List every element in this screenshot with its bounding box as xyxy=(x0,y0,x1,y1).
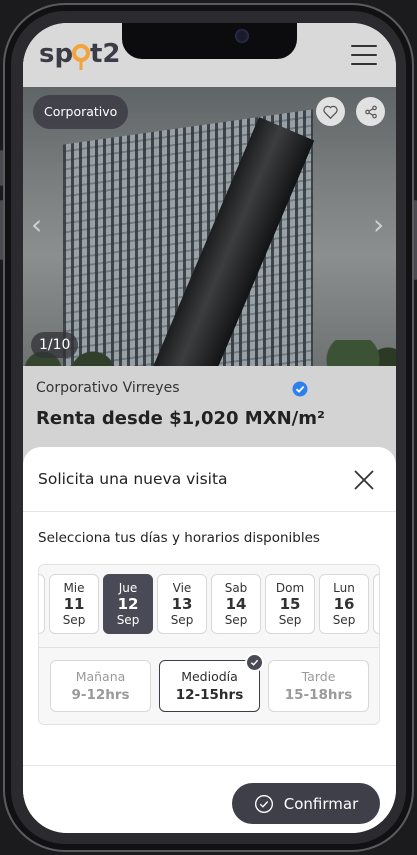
check-circle-icon xyxy=(254,794,273,813)
day-date: 14 xyxy=(225,595,247,613)
phone-side-button xyxy=(0,150,3,186)
day-date: 12 xyxy=(117,595,139,613)
app-screen: sp t2 Corporativo ‹ › 1/10 Corporativo V… xyxy=(23,23,396,833)
logo-o-mark xyxy=(72,44,90,62)
time-slot-option[interactable]: Tarde 15-18hrs xyxy=(268,660,369,712)
logo-text-t2: t2 xyxy=(90,39,121,69)
heart-icon xyxy=(323,105,338,119)
day-name: Dom xyxy=(275,581,305,595)
category-chip: Corporativo xyxy=(33,95,129,129)
divider xyxy=(39,647,379,648)
listing-price: Renta desde $1,020 MXN/m² xyxy=(36,408,325,429)
photo-counter: 1/10 xyxy=(31,332,79,358)
carousel-next-icon[interactable]: › xyxy=(373,211,384,239)
slot-time: 12-15hrs xyxy=(175,687,244,703)
favorite-button[interactable] xyxy=(316,97,345,126)
confirm-button[interactable]: Confirmar xyxy=(232,783,380,824)
day-option[interactable]: Mie 11 Sep xyxy=(49,574,99,634)
trees xyxy=(23,340,396,366)
day-option[interactable]: Vie 13 Sep xyxy=(157,574,207,634)
confirm-label: Confirmar xyxy=(283,794,359,813)
day-month: Sep xyxy=(332,613,356,627)
phone-notch xyxy=(122,23,297,59)
day-selector[interactable]: Mie 11 Sep Jue 12 Sep Vie 13 Sep Sab 14 xyxy=(39,574,379,634)
checkmark-icon xyxy=(250,659,259,666)
day-name: Sab xyxy=(224,581,248,595)
day-month: Sep xyxy=(116,613,140,627)
share-icon xyxy=(364,105,377,118)
time-slot-option-selected[interactable]: Mediodía 12-15hrs xyxy=(159,660,260,712)
day-month: Sep xyxy=(62,613,86,627)
close-icon[interactable] xyxy=(352,468,376,492)
property-photo-carousel[interactable]: Corporativo ‹ › 1/10 xyxy=(23,87,396,366)
day-name: Jue xyxy=(118,581,138,595)
day-date: 11 xyxy=(63,595,85,613)
slot-time: 9-12hrs xyxy=(71,687,130,703)
slot-label: Mañana xyxy=(75,669,126,684)
sheet-subtitle: Selecciona tus días y horarios disponibl… xyxy=(38,530,320,546)
divider xyxy=(23,511,396,512)
visit-request-sheet: Solicita una nueva visita Selecciona tus… xyxy=(23,447,396,833)
day-date: 15 xyxy=(279,595,301,613)
spot2-logo[interactable]: sp t2 xyxy=(39,37,123,73)
day-date: 16 xyxy=(333,595,355,613)
check-circle-icon xyxy=(245,653,264,672)
phone-side-button xyxy=(0,200,3,260)
day-name: Lun xyxy=(333,581,355,595)
sheet-title: Solicita una nueva visita xyxy=(38,470,228,488)
day-option-selected[interactable]: Jue 12 Sep xyxy=(103,574,153,634)
day-option-partial[interactable] xyxy=(373,574,379,634)
slot-label: Mediodía xyxy=(181,669,238,684)
verified-badge-icon xyxy=(292,381,308,397)
day-option[interactable]: Lun 16 Sep xyxy=(319,574,369,634)
divider xyxy=(23,765,396,766)
hamburger-menu-icon[interactable] xyxy=(351,45,377,65)
listing-name: Corporativo Virreyes xyxy=(36,380,180,396)
slot-label: Tarde xyxy=(301,669,336,684)
time-slot-option[interactable]: Mañana 9-12hrs xyxy=(50,660,151,712)
day-month: Sep xyxy=(170,613,194,627)
day-option-partial[interactable] xyxy=(39,574,45,634)
day-option[interactable]: Dom 15 Sep xyxy=(265,574,315,634)
day-name: Vie xyxy=(172,581,192,595)
day-name: Mie xyxy=(63,581,85,595)
camera-dot xyxy=(235,29,249,43)
day-month: Sep xyxy=(278,613,302,627)
slot-time: 15-18hrs xyxy=(284,687,353,703)
share-button[interactable] xyxy=(356,97,385,126)
logo-text-sp: sp xyxy=(39,39,73,69)
day-option[interactable]: Sab 14 Sep xyxy=(211,574,261,634)
carousel-prev-icon[interactable]: ‹ xyxy=(31,211,42,239)
day-date: 13 xyxy=(171,595,193,613)
schedule-picker: Mie 11 Sep Jue 12 Sep Vie 13 Sep Sab 14 xyxy=(38,564,380,725)
day-month: Sep xyxy=(224,613,248,627)
